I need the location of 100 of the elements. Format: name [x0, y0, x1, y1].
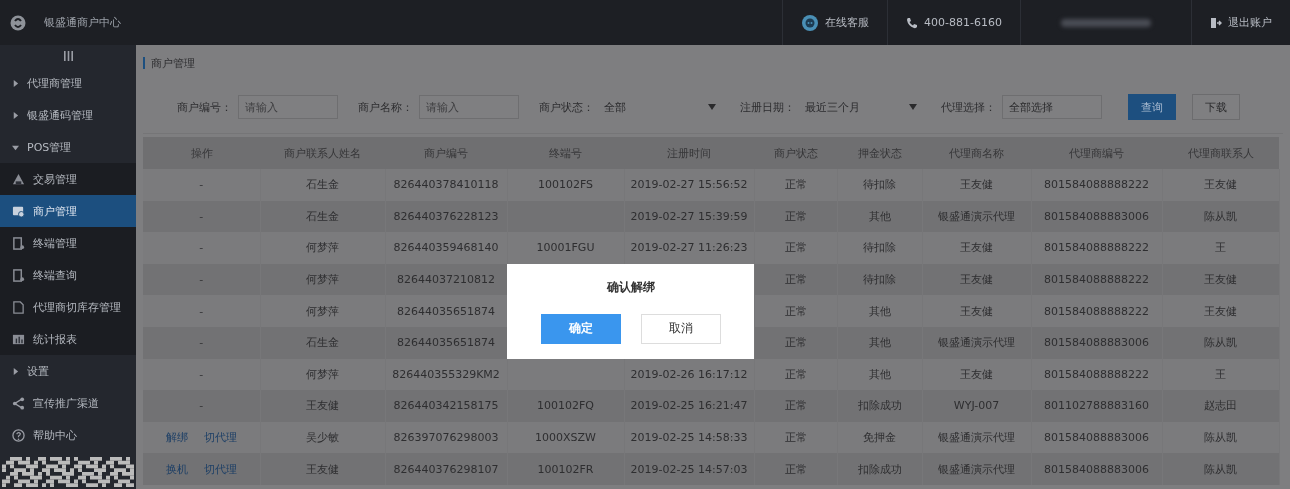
table-cell: 826440355329KM2 — [392, 367, 500, 381]
sidebar-item[interactable]: 代理商切库存管理 — [0, 291, 136, 323]
device-icon — [12, 236, 25, 250]
sidebar-item[interactable]: 终端管理 — [0, 227, 136, 259]
table-cell: 陈从凯 — [1204, 431, 1237, 445]
query-button[interactable]: 查询 — [1128, 94, 1176, 120]
sidebar-group[interactable]: 代理商管理 — [0, 67, 136, 99]
logout-link[interactable]: 退出账户 — [1191, 0, 1290, 45]
share-icon — [12, 396, 25, 410]
table-cell: 2019-02-27 15:39:59 — [630, 209, 748, 223]
table-cell: 2019-02-25 16:21:47 — [630, 399, 748, 413]
download-button[interactable]: 下载 — [1192, 94, 1240, 120]
caret-right-icon — [12, 367, 19, 375]
table-cell: 何梦萍 — [306, 241, 339, 255]
filter-label: 商户编号： — [177, 99, 232, 115]
table-cell: 826440376298107 — [393, 462, 499, 476]
triangle-people-icon — [12, 172, 25, 186]
table-cell: 801584088888222 — [1044, 273, 1149, 287]
table-cell: 银盛通演示代理 — [938, 336, 1015, 350]
table-cell: 赵志田 — [1204, 399, 1237, 413]
table-cell: 801584088883006 — [1044, 431, 1149, 445]
table-cell: 826440359468140 — [393, 241, 499, 255]
sidebar-group[interactable]: 银盛通码管理 — [0, 99, 136, 131]
table-cell: 100102FQ — [537, 399, 594, 413]
caret-down-icon — [12, 143, 19, 151]
table-cell: 801584088888222 — [1044, 178, 1149, 192]
table-cell: 其他 — [868, 367, 891, 381]
table-cell: 其他 — [868, 336, 891, 350]
table-cell: 扣除成功 — [857, 462, 902, 476]
phone-icon — [906, 16, 919, 29]
table-cell: 801102788883160 — [1044, 399, 1149, 413]
store-icon — [12, 204, 25, 218]
table-cell: 正常 — [784, 431, 807, 445]
table-cell: 王友健 — [960, 241, 993, 255]
sidebar-item[interactable]: 统计报表 — [0, 323, 136, 355]
help-icon — [12, 428, 25, 442]
table-cell: 正常 — [784, 241, 807, 255]
table-cell: - — [199, 273, 204, 287]
table-cell: 扣除成功 — [857, 399, 902, 413]
table-cell: 801584088883006 — [1044, 462, 1149, 476]
table-cell: 82644035651874 — [397, 336, 495, 350]
table-cell: 王友健 — [306, 462, 339, 476]
online-service-link[interactable]: 在线客服 — [782, 0, 888, 45]
sidebar-group[interactable]: 设置 — [0, 355, 136, 387]
filter-label: 商户状态： — [539, 99, 594, 115]
dialog-title: 确认解绑 — [606, 278, 655, 296]
table-cell: 石生金 — [306, 336, 339, 350]
table-cell: 陈从凯 — [1204, 209, 1237, 223]
sidebar-item[interactable]: 交易管理 — [0, 163, 136, 195]
cancel-button[interactable]: 取消 — [640, 313, 721, 344]
caret-down-icon — [909, 104, 917, 110]
table-cell: 何梦萍 — [306, 273, 339, 287]
table-cell: 吴少敏 — [306, 431, 339, 445]
table-cell: 王 — [1215, 241, 1226, 255]
table-cell: 801584088888222 — [1044, 367, 1149, 381]
table-cell: - — [199, 304, 204, 318]
sidebar-group[interactable]: POS管理 — [0, 131, 136, 163]
table-cell: 801584088888222 — [1044, 304, 1149, 318]
input-field[interactable]: 全部选择 — [1002, 95, 1102, 119]
table-cell: 王 — [1215, 367, 1226, 381]
caret-down-icon — [708, 104, 716, 110]
device-icon — [12, 268, 25, 282]
filter-label: 注册日期： — [740, 99, 795, 115]
table-cell: 正常 — [784, 367, 807, 381]
table-cell: 2019-02-27 11:26:23 — [630, 241, 748, 255]
table-cell: 801584088883006 — [1044, 336, 1149, 350]
table-cell: 王友健 — [1204, 273, 1237, 287]
table-cell: 2019-02-25 14:58:33 — [630, 431, 748, 445]
table-cell: 王友健 — [960, 304, 993, 318]
table-cell: 82644037210812 — [397, 273, 495, 287]
table-cell: 801584088883006 — [1044, 209, 1149, 223]
sidebar-item[interactable]: 宣传推广渠道 — [0, 387, 136, 419]
table-cell: 826440342158175 — [393, 399, 499, 413]
table-cell: 银盛通演示代理 — [938, 462, 1015, 476]
table-cell: WYJ-007 — [953, 399, 1000, 413]
table-cell: 王友健 — [960, 367, 993, 381]
menu-icon[interactable] — [63, 51, 73, 61]
table-cell: 王友健 — [306, 399, 339, 413]
table-cell: 2019-02-26 16:17:12 — [630, 367, 748, 381]
sidebar-item[interactable]: 商户管理 — [0, 195, 136, 227]
sidebar-item[interactable]: 帮助中心 — [0, 419, 136, 451]
sidebar-item[interactable]: 终端查询 — [0, 259, 136, 291]
table-cell: 王友健 — [1204, 178, 1237, 192]
table-cell: 其他 — [868, 209, 891, 223]
filter-label: 商户名称： — [358, 99, 413, 115]
table-cell: 2019-02-27 15:56:52 — [630, 178, 748, 192]
app-title: 银盛通商户中心 — [44, 15, 122, 30]
table-cell: 其他 — [868, 304, 891, 318]
select-field[interactable]: 全部 — [600, 95, 720, 119]
table-cell: - — [199, 367, 204, 381]
table-cell: 801584088888222 — [1044, 241, 1149, 255]
table-cell: 正常 — [784, 304, 807, 318]
table-cell: 待扣除 — [863, 273, 896, 287]
table-cell: 826440378410118 — [393, 178, 499, 192]
table-cell: 826440376228123 — [393, 209, 499, 223]
table-cell: 何梦萍 — [306, 367, 339, 381]
table-cell: - — [199, 178, 204, 192]
table-cell: - — [199, 209, 204, 223]
breadcrumb: 商户管理 — [151, 55, 195, 71]
support-agent-icon — [801, 13, 820, 32]
